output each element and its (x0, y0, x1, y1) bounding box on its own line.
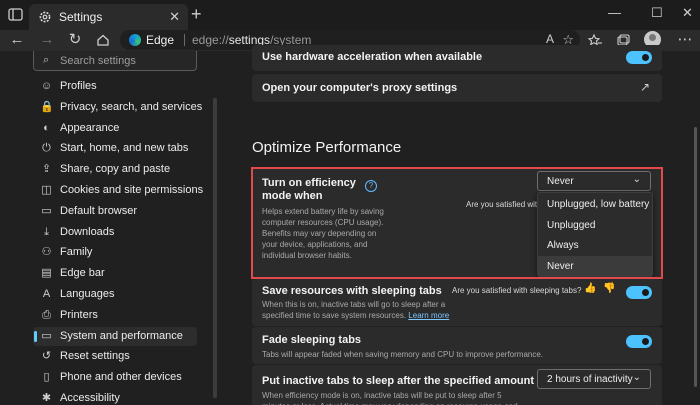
phone-icon: ▯ (43, 371, 50, 384)
url-scheme: edge:// (192, 33, 229, 47)
sidebar-item-privacy-search-and-services[interactable]: 🔒 Privacy, search, and services (33, 98, 202, 117)
sidebar-item-label: Profiles (60, 80, 97, 92)
fade-sleeping-tabs-card: Fade sleeping tabs Tabs will appear fade… (252, 327, 662, 364)
refresh-icon[interactable]: ↻ (66, 31, 84, 49)
sidebar-item-label: Share, copy and paste (60, 163, 171, 176)
back-icon[interactable]: ← (8, 31, 26, 49)
maximize-button[interactable]: ☐ (651, 5, 663, 21)
hardware-acceleration-toggle[interactable] (626, 51, 652, 64)
section-title: Optimize Performance (252, 139, 402, 156)
sidebar-item-label: Downloads (60, 225, 115, 238)
sleeping-tabs-title: Save resources with sleeping tabs (262, 285, 442, 297)
title-bar: Settings ✕ + — ☐ ✕ (0, 0, 700, 30)
thumbs-down-icon[interactable]: 👎 (603, 283, 615, 294)
sidebar-item-downloads[interactable]: ⤓ Downloads (33, 223, 197, 242)
settings-search[interactable]: ⌕ Search settings (33, 51, 197, 71)
power-icon: ⏻ (42, 142, 51, 155)
close-window-button[interactable]: ✕ (682, 5, 693, 21)
system-icon: ▭ (41, 329, 52, 342)
inactive-tabs-title: Put inactive tabs to sleep after the spe… (262, 375, 577, 387)
sidebar-item-system-and-performance[interactable]: ▭ System and performance (33, 326, 197, 346)
inactive-time-select[interactable]: 2 hours of inactivity ⌄ (537, 369, 651, 389)
sidebar-item-profiles[interactable]: ☺ Profiles (33, 77, 197, 96)
home-icon[interactable] (94, 31, 112, 49)
tab-settings[interactable]: Settings ✕ (29, 4, 188, 30)
printer-icon: ⎙ (42, 308, 51, 321)
close-tab-icon[interactable]: ✕ (169, 9, 180, 25)
fade-tabs-toggle[interactable] (626, 335, 652, 348)
minimize-button[interactable]: — (608, 5, 621, 20)
edge-bar-icon: ▤ (41, 267, 52, 280)
fade-tabs-description: Tabs will appear faded when saving memor… (262, 350, 544, 359)
cookie-icon: ◫ (41, 184, 52, 196)
chevron-down-icon: ⌄ (632, 372, 641, 383)
sidebar-item-edge-bar[interactable]: ▤ Edge bar (33, 264, 197, 283)
proxy-settings-card[interactable]: Open your computer's proxy settings ↗ (252, 74, 662, 102)
external-link-icon[interactable]: ↗ (640, 80, 650, 94)
sidebar-item-label: Edge bar (60, 267, 105, 280)
sidebar-item-label: Printers (60, 308, 98, 321)
sidebar-item-cookies-and-site-permissions[interactable]: ◫ Cookies and site permissions (33, 181, 203, 200)
sidebar-item-phone-and-other-devices[interactable]: ▯ Phone and other devices (33, 368, 197, 387)
proxy-settings-label: Open your computer's proxy settings (262, 82, 458, 94)
sidebar-item-default-browser[interactable]: ▭ Default browser (33, 202, 197, 221)
highlight-box (251, 167, 663, 279)
sidebar-item-printers[interactable]: ⎙ Printers (33, 306, 197, 325)
sidebar-item-label: Languages (60, 288, 115, 300)
sidebar-item-label: Appearance (60, 121, 120, 134)
settings-page: ⌕ Search settings ☺ Profiles 🔒 Privacy, sea… (0, 45, 700, 405)
sidebar-item-label: Privacy, search, and services (60, 100, 203, 113)
main-scrollbar[interactable] (694, 127, 697, 387)
sidebar-item-label: Family (60, 246, 93, 259)
browser-icon: ▭ (41, 204, 52, 217)
sidebar-item-label: Accessibility (60, 392, 120, 404)
sidebar-item-label: System and performance (60, 329, 183, 342)
sidebar-item-family[interactable]: ⚇ Family (33, 243, 197, 262)
sidebar-item-accessibility[interactable]: ✱ Accessibility (33, 389, 197, 405)
sidebar-item-start-home-and-new-tabs[interactable]: ⏻ Start, home, and new tabs (33, 139, 197, 158)
read-aloud-icon[interactable]: A (546, 32, 554, 46)
sidebar-item-label: Reset settings (60, 350, 130, 363)
language-icon: A (42, 288, 51, 300)
fade-tabs-title: Fade sleeping tabs (262, 334, 362, 346)
tab-title: Settings (59, 10, 103, 24)
sidebar-item-languages[interactable]: A Languages (33, 285, 197, 304)
sleeping-tabs-description: When this is on, inactive tabs will go t… (262, 299, 458, 321)
family-icon: ⚇ (41, 246, 52, 259)
sidebar-item-reset-settings[interactable]: ↺ Reset settings (33, 347, 197, 366)
inactive-time-value: 2 hours of inactivity (547, 374, 633, 385)
new-tab-button[interactable]: + (191, 5, 202, 23)
sidebar-item-label: Start, home, and new tabs (60, 142, 189, 155)
sidebar-scrollbar[interactable] (213, 98, 217, 398)
search-placeholder: Search settings (60, 55, 136, 67)
thumbs-up-icon[interactable]: 👍 (584, 283, 596, 294)
accessibility-icon: ✱ (41, 392, 52, 404)
sleeping-tabs-toggle[interactable] (626, 286, 652, 299)
tab-actions-icon[interactable] (6, 6, 26, 24)
sleeping-tabs-satisfied-prompt: Are you satisfied with sleeping tabs? (452, 286, 582, 295)
reset-icon: ↺ (41, 350, 52, 363)
profile-icon: ☺ (40, 80, 53, 92)
sidebar-item-label: Default browser (60, 204, 138, 217)
search-icon: ⌕ (43, 54, 50, 66)
gear-icon (39, 11, 51, 23)
edge-brand-label: Edge (146, 33, 175, 47)
hardware-acceleration-label: Use hardware acceleration when available (262, 51, 483, 63)
forward-icon[interactable]: → (38, 31, 56, 49)
edge-logo-icon (129, 34, 141, 46)
sleeping-tabs-card: Save resources with sleeping tabs When t… (252, 279, 662, 326)
palette-icon: ◐ (43, 121, 50, 134)
learn-more-link[interactable]: Learn more (408, 311, 449, 320)
lock-icon: 🔒 (40, 100, 54, 113)
share-icon: ⇪ (41, 163, 52, 176)
hardware-acceleration-card: Use hardware acceleration when available (252, 45, 662, 71)
sidebar-item-share-copy-and-paste[interactable]: ⇪ Share, copy and paste (33, 160, 197, 179)
sidebar-item-label: Phone and other devices (60, 371, 182, 384)
sidebar-item-appearance[interactable]: ◐ Appearance (33, 119, 197, 138)
sidebar-item-label: Cookies and site permissions (60, 184, 204, 196)
download-icon: ⤓ (44, 225, 49, 238)
address-divider (184, 34, 185, 46)
menu-icon[interactable]: ⋯ (676, 31, 694, 49)
inactive-tabs-description: When efficiency mode is on, inactive tab… (262, 391, 518, 405)
